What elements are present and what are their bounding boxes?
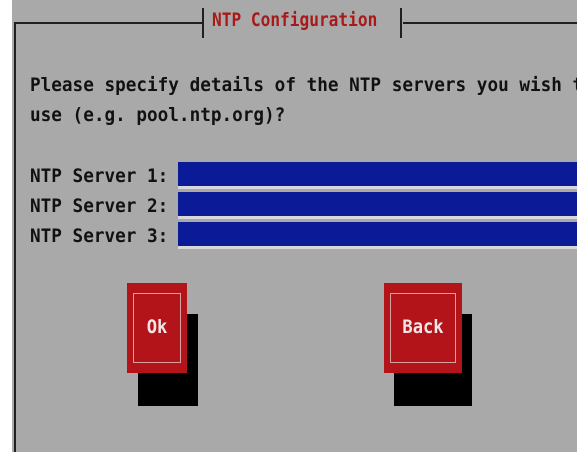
ok-button[interactable]: Ok	[127, 283, 187, 373]
ntp-server-3-input[interactable]	[178, 222, 577, 249]
prompt-line-1: Please specify details of the NTP server…	[30, 74, 577, 96]
title-bracket-right	[400, 8, 402, 38]
ntp-server-1-label: NTP Server 1:	[30, 165, 169, 187]
ntp-server-1-input[interactable]	[178, 162, 577, 189]
dialog-title: NTP Configuration	[212, 9, 378, 31]
title-bracket-left	[202, 8, 204, 38]
ntp-server-3-label: NTP Server 3:	[30, 225, 169, 247]
ok-button-label: Ok	[146, 316, 168, 338]
back-button[interactable]: Back	[384, 283, 462, 373]
dialog-border-left	[14, 22, 16, 452]
prompt-line-2: use (e.g. pool.ntp.org)?	[30, 104, 286, 126]
dialog-border-top-right	[403, 22, 577, 24]
ntp-server-2-input[interactable]	[178, 192, 577, 219]
dialog-prompt: Please specify details of the NTP server…	[30, 70, 577, 130]
back-button-label: Back	[402, 316, 444, 338]
dialog-border-top-left	[14, 22, 202, 24]
ntp-server-2-label: NTP Server 2:	[30, 195, 169, 217]
